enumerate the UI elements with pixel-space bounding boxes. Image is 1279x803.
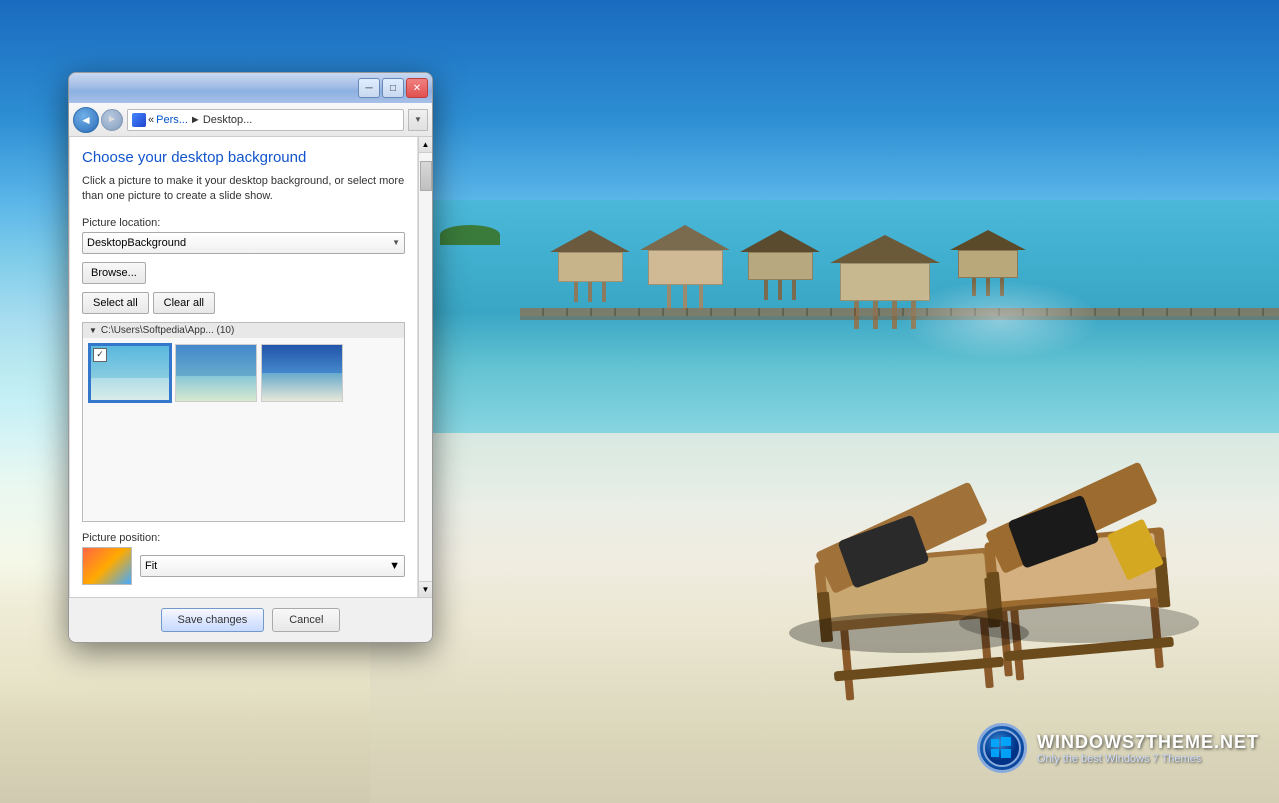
picture-position-section: Picture position: Fit ▼ [82,532,405,585]
image-thumb-1[interactable]: ✓ [89,344,171,402]
bungalow-4-stilts [854,301,916,329]
image-grid: ✓ [83,338,404,408]
breadcrumb-dropdown-button[interactable]: ▼ [408,109,428,131]
water-area [370,200,1279,480]
image-thumb-2[interactable] [175,344,257,402]
bungalows-row [550,230,1026,329]
watermark-logo [977,723,1027,773]
title-bar: ─ □ ✕ [69,73,432,103]
image-grid-container[interactable]: ▼ C:\Users\Softpedia\App... (10) ✓ [82,322,405,522]
scrollbar-down-button[interactable]: ▼ [419,581,432,597]
water-glare [900,280,1100,360]
browse-button[interactable]: Browse... [82,262,146,284]
scrollbar-up-button[interactable]: ▲ [419,137,432,153]
watermark-title: WINDOWS7THEME.NET [1037,732,1259,753]
bungalow-5 [950,230,1026,329]
bungalow-2-stilts [667,285,703,310]
position-preview [82,547,132,585]
bungalow-1 [550,230,630,329]
bungalow-3-roof [740,230,820,252]
title-bar-controls: ─ □ ✕ [358,78,428,98]
bungalow-2-body [648,250,723,285]
save-changes-button[interactable]: Save changes [161,608,265,632]
bungalow-3-body [748,252,813,280]
picture-position-dropdown[interactable]: Fit ▼ [140,555,405,577]
bungalow-4 [830,235,940,329]
nav-bar: ◄ ► « Pers... ► Desktop... ▼ [69,103,432,137]
bungalow-3 [740,230,820,329]
dialog-main-content: Choose your desktop background Click a p… [69,137,418,597]
picture-location-value: DesktopBackground [87,237,186,249]
picture-position-label: Picture position: [82,532,405,544]
thumbnail-1-checkbox: ✓ [93,348,107,362]
breadcrumb: « Pers... ► Desktop... [127,109,404,131]
image-group-header[interactable]: ▼ C:\Users\Softpedia\App... (10) [83,323,404,338]
scrollbar-thumb[interactable] [420,161,432,191]
dropdown-arrow-icon: ▼ [392,238,400,247]
position-dropdown-arrow-icon: ▼ [389,560,400,572]
bungalow-5-body [958,250,1018,278]
scrollbar-track[interactable] [419,153,432,581]
distant-island [440,225,500,245]
close-button[interactable]: ✕ [406,78,428,98]
bungalow-1-body [558,252,623,282]
bungalow-4-body [840,263,930,301]
breadcrumb-icon [132,113,146,127]
picture-location-row: DesktopBackground ▼ [82,232,405,254]
bungalow-2 [640,225,730,329]
watermark-subtitle: Only the best Windows 7 Themes [1037,753,1259,765]
bungalow-1-roof [550,230,630,252]
side-scrollbar[interactable]: ▲ ▼ [418,137,432,597]
bungalow-4-roof [830,235,940,263]
breadcrumb-dropdown-arrow-icon: ▼ [414,115,422,124]
clear-all-button[interactable]: Clear all [153,292,215,314]
pier-edge [520,316,1279,320]
sand-area [370,433,1279,803]
image-thumb-3[interactable] [261,344,343,402]
group-collapse-arrow-icon: ▼ [89,326,97,335]
desktop-background-dialog: ─ □ ✕ ◄ ► « Pers... ► Desktop... ▼ Choos… [68,72,433,643]
watermark-text-block: WINDOWS7THEME.NET Only the best Windows … [1037,732,1259,765]
picture-location-label: Picture location: [82,217,405,229]
picture-location-dropdown[interactable]: DesktopBackground ▼ [82,232,405,254]
position-preview-inner [83,548,131,584]
bungalow-3-stilts [764,280,796,300]
position-value: Fit [145,560,157,572]
dialog-description: Click a picture to make it your desktop … [82,174,405,205]
back-arrow-icon: ◄ [80,113,92,127]
forward-button[interactable]: ► [101,109,123,131]
dialog-title: Choose your desktop background [82,149,405,166]
breadcrumb-part2: Desktop... [203,114,253,126]
position-row: Fit ▼ [82,547,405,585]
breadcrumb-sep2: ► [190,114,201,126]
forward-arrow-icon: ► [107,114,117,125]
bungalow-2-roof [640,225,730,250]
dialog-inner: Choose your desktop background Click a p… [69,137,432,597]
bungalow-5-roof [950,230,1026,250]
breadcrumb-sep1: « [148,114,154,126]
bungalow-1-stilts [574,282,606,302]
content-area: Choose your desktop background Click a p… [69,137,418,597]
pier-boards [520,308,1279,316]
image-group-path: C:\Users\Softpedia\App... (10) [101,325,234,336]
bungalow-5-stilts [972,278,1004,296]
lounge-chairs-area [759,423,1239,723]
back-button[interactable]: ◄ [73,107,99,133]
cancel-button[interactable]: Cancel [272,608,340,632]
select-clear-row: Select all Clear all [82,292,405,314]
minimize-button[interactable]: ─ [358,78,380,98]
dialog-footer: Save changes Cancel [69,597,432,642]
select-all-button[interactable]: Select all [82,292,149,314]
maximize-button[interactable]: □ [382,78,404,98]
breadcrumb-part1: Pers... [156,114,188,126]
watermark-area: WINDOWS7THEME.NET Only the best Windows … [977,723,1259,773]
